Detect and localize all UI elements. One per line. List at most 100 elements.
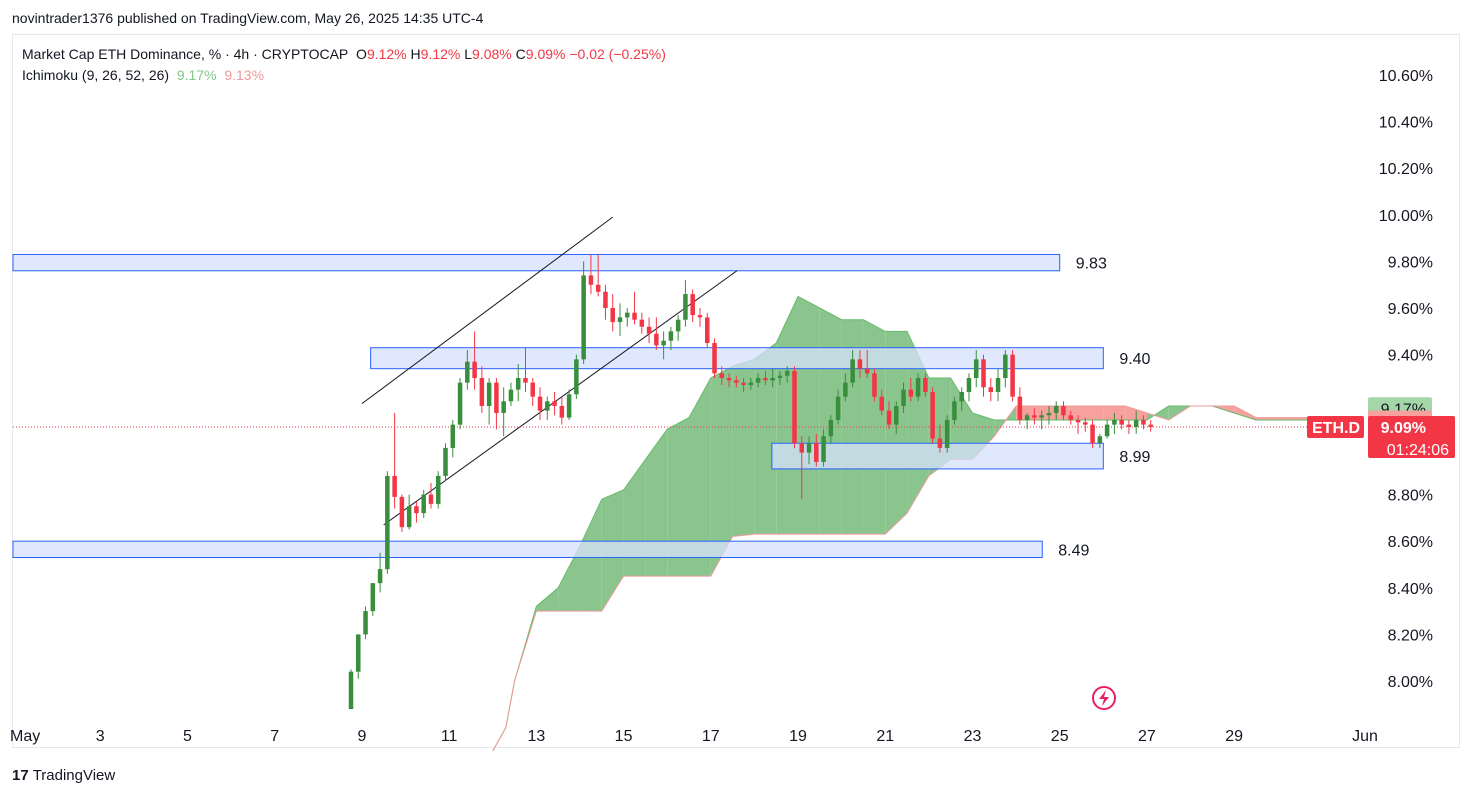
zone-label: 9.40	[1119, 351, 1150, 368]
candle-body	[988, 387, 994, 392]
candle-body	[1141, 419, 1146, 425]
candle-body	[1024, 415, 1030, 420]
candle-body	[508, 389, 514, 402]
candle-body	[923, 378, 928, 392]
x-tick-label: 23	[964, 728, 982, 745]
candle-body	[930, 391, 935, 439]
candle-body	[784, 371, 790, 376]
price-tags: 9.17%9.13%9.09%01:24:06ETH.D	[1307, 397, 1455, 459]
cloud-segment	[1081, 405, 1104, 420]
candle-body	[646, 326, 652, 334]
candle-body	[457, 382, 463, 425]
y-tick-label: 9.40%	[1388, 348, 1433, 365]
zone-label: 9.83	[1076, 256, 1107, 273]
y-tick-label: 8.40%	[1388, 581, 1433, 598]
zone-box	[12, 253, 1061, 272]
candle-body	[450, 424, 456, 448]
candle-body	[625, 312, 630, 318]
candle-body	[1046, 412, 1052, 416]
candle-body	[763, 378, 768, 381]
candle-body	[1068, 415, 1074, 420]
candle-body	[530, 382, 536, 397]
brand-name: TradingView	[32, 767, 116, 784]
candle-body	[639, 319, 645, 327]
x-tick-label: 13	[527, 728, 545, 745]
candle-body	[545, 401, 550, 411]
candle-body	[595, 284, 601, 292]
x-tick-label: 19	[789, 728, 807, 745]
lightning-icon[interactable]	[1092, 686, 1116, 710]
candle-body	[1126, 424, 1132, 427]
candle-body	[770, 378, 775, 381]
candle-body	[1003, 354, 1008, 378]
candle-body	[406, 506, 412, 528]
candle-body	[1148, 424, 1153, 427]
y-tick-label: 10.00%	[1379, 208, 1433, 225]
candle-body	[712, 343, 717, 374]
candle-body	[821, 436, 826, 462]
x-tick-label: 21	[876, 728, 894, 745]
x-tick-label: 5	[183, 728, 192, 745]
y-axis[interactable]: 8.00% 8.20% 8.40% 8.60% 8.80% 9.40% 9.60% 9.80%…	[1379, 68, 1433, 691]
candle-body	[966, 378, 972, 392]
tradingview-brand[interactable]: 17 TradingView	[12, 767, 115, 784]
candle-body	[1010, 354, 1015, 397]
y-tick-label: 10.20%	[1379, 161, 1433, 178]
candle-body	[850, 359, 855, 383]
y-tick-label: 8.20%	[1388, 627, 1433, 644]
candle-body	[1083, 422, 1088, 425]
candle-body	[1133, 419, 1139, 427]
candle-body	[479, 378, 485, 406]
x-tick-label: 25	[1051, 728, 1069, 745]
y-tick-label: 8.80%	[1388, 488, 1433, 505]
candle-body	[1075, 419, 1081, 423]
candle-body	[363, 611, 368, 635]
candle-body	[1039, 415, 1044, 418]
candle-body	[515, 378, 521, 390]
candle-body	[1112, 419, 1117, 425]
candle-body	[792, 371, 797, 444]
candle-body	[1061, 405, 1066, 416]
candle-body	[879, 396, 884, 411]
candle-body	[683, 294, 688, 320]
price-chart[interactable]: 9.83 9.40 8.99 8.49 8.00% 8.20% 8.40% 8.60% 8.8…	[0, 0, 1472, 799]
zone-box	[12, 540, 1043, 558]
y-tick-label: 9.60%	[1388, 301, 1433, 318]
x-axis[interactable]: May 3 5 7 9 11 13 15 17 19 21 23 25 27 29 Jun	[10, 728, 1378, 745]
candle-body	[981, 359, 986, 388]
candle-body	[915, 378, 921, 397]
candle-body	[435, 475, 441, 504]
y-tick-label: 10.40%	[1379, 115, 1433, 132]
candle-body	[465, 361, 470, 383]
candle-body	[995, 378, 1001, 392]
candle-body	[566, 394, 572, 418]
candle-body	[1104, 424, 1110, 437]
candle-body	[392, 475, 397, 497]
candle-body	[501, 401, 506, 413]
candle-body	[872, 373, 877, 397]
candle-body	[777, 375, 783, 378]
x-tick-label: 9	[357, 728, 366, 745]
candle-body	[1017, 396, 1023, 420]
candle-body	[537, 396, 543, 411]
candle-body	[726, 378, 732, 381]
cloud-segment	[536, 587, 559, 612]
candle-body	[894, 405, 899, 425]
candle-body	[908, 389, 914, 397]
candle-body	[1119, 419, 1124, 425]
candle-body	[574, 359, 579, 395]
candle-body	[428, 494, 434, 504]
candle-body	[901, 389, 906, 406]
candle-body	[377, 569, 383, 584]
x-tick-label: 15	[615, 728, 633, 745]
countdown-label: 01:24:06	[1387, 442, 1449, 459]
candle-body	[755, 378, 761, 383]
candle-body	[399, 496, 405, 528]
candle-body	[370, 583, 376, 612]
candle-body	[690, 294, 695, 316]
candle-body	[857, 359, 863, 369]
candle-body	[486, 382, 492, 406]
zone-label: 8.49	[1058, 542, 1089, 559]
candle-body	[828, 419, 834, 437]
candle-body	[864, 368, 870, 374]
